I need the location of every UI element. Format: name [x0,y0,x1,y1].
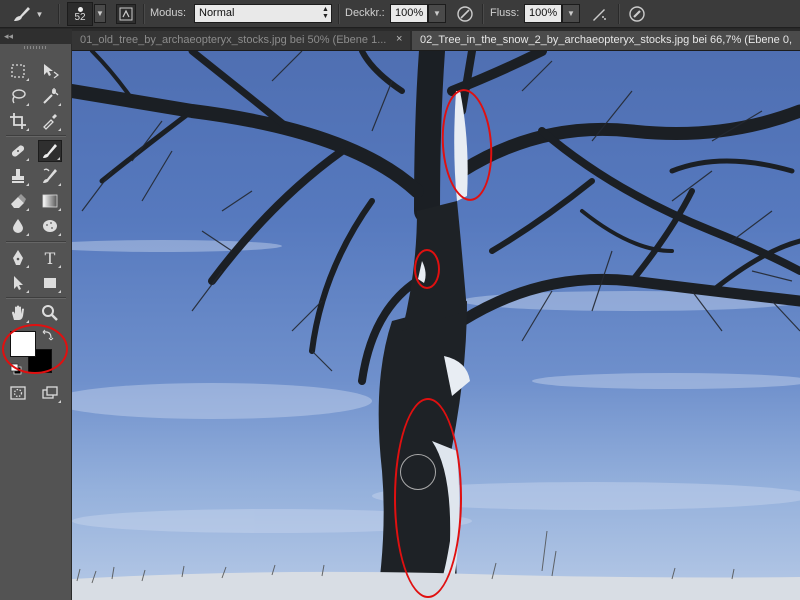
pen-tool[interactable] [6,247,30,269]
flow-label: Fluss: [490,7,520,19]
toolbox-header: ◂◂ [0,29,72,44]
zoom-icon [42,305,58,321]
pressure-size-icon [629,6,645,22]
hand-icon [12,305,24,320]
dodge-tool[interactable] [38,215,62,237]
quick-mask-icon [10,386,26,400]
opacity-dropdown[interactable]: ▼ [428,4,446,23]
screen-mode-button[interactable] [38,382,62,404]
rectangle-icon [44,278,56,288]
pen-icon [13,250,23,265]
eraser-tool[interactable] [6,190,30,212]
screen-mode-icon [42,386,58,399]
document-canvas[interactable] [72,51,800,600]
svg-text:T: T [45,249,56,267]
healing-brush-tool[interactable] [6,140,30,162]
airbrush-toggle[interactable] [588,4,610,24]
tool-preset-picker[interactable]: ▼ [4,3,50,25]
flow-input[interactable]: 100% [524,4,562,23]
stamp-icon [12,169,24,183]
crop-icon [10,113,26,129]
annotation-ellipse-middle [414,249,440,289]
toolbox-separator [6,297,66,299]
pressure-opacity-toggle[interactable] [454,4,476,24]
annotation-ellipse-bottom [394,398,462,598]
history-brush-icon [43,168,57,183]
pressure-size-toggle[interactable] [626,4,648,24]
lasso-icon [12,89,26,104]
separator [618,4,620,24]
eyedropper-tool[interactable] [38,110,62,132]
hand-tool[interactable] [6,302,30,324]
tab-label: 01_old_tree_by_archaeopteryx_stocks.jpg … [80,34,387,46]
arrow-icon [14,276,23,290]
gradient-icon [42,194,58,208]
brush-size-dropdown[interactable]: ▼ [94,4,106,23]
droplet-icon [13,219,23,233]
tab-old-tree[interactable]: 01_old_tree_by_archaeopteryx_stocks.jpg … [72,31,410,50]
sponge-icon [43,220,57,232]
options-bar: ▼ 52 ▼ Modus: Normal ▲ ▼ Deckkr.: 100% ▼ … [0,0,800,28]
toolbox-grip[interactable] [24,46,48,49]
path-selection-tool[interactable] [6,272,30,294]
move-tool[interactable] [38,60,62,82]
type-tool[interactable]: T [38,247,62,269]
zoom-tool[interactable] [38,302,62,324]
brush-tool[interactable] [38,140,62,162]
document-tab-bar: 01_old_tree_by_archaeopteryx_stocks.jpg … [72,29,800,51]
move-icon [44,64,59,79]
brush-panel-icon [119,7,133,21]
tab-label: 02_Tree_in_the_snow_2_by_archaeopteryx_s… [420,34,793,46]
brush-size-value: 52 [74,11,86,23]
tab-close-icon[interactable]: × [396,33,402,45]
gradient-tool[interactable] [38,190,62,212]
pressure-opacity-icon [457,6,473,22]
type-icon: T [45,249,56,267]
marquee-icon [11,64,25,78]
toolbox: ◂◂ T [0,29,72,600]
magic-wand-icon [43,88,59,104]
lasso-tool[interactable] [6,85,30,107]
opacity-label: Deckkr.: [345,7,385,19]
airbrush-icon [593,9,606,21]
marquee-tool[interactable] [6,60,30,82]
select-arrows-icon: ▲ ▼ [322,6,329,20]
annotation-circle [2,324,68,374]
collapse-icon[interactable]: ◂◂ [4,31,13,41]
brush-size-picker[interactable]: 52 [67,2,93,26]
eraser-icon [11,194,26,208]
brush-icon [13,7,30,21]
separator [482,4,484,24]
history-brush-tool[interactable] [38,165,62,187]
flow-dropdown[interactable]: ▼ [562,4,580,23]
quick-mask-button[interactable] [6,382,30,404]
brush-panel-toggle[interactable] [116,4,136,24]
bandage-icon [11,145,25,157]
clone-stamp-tool[interactable] [6,165,30,187]
separator [143,4,145,24]
magic-wand-tool[interactable] [38,85,62,107]
mode-select[interactable]: Normal [194,4,332,23]
crop-tool[interactable] [6,110,30,132]
mode-label: Modus: [150,7,187,19]
opacity-input[interactable]: 100% [390,4,428,23]
eyedropper-icon [43,114,57,130]
tab-tree-in-snow[interactable]: 02_Tree_in_the_snow_2_by_archaeopteryx_s… [412,31,800,50]
chevron-down-icon: ▼ [35,9,44,19]
separator [338,4,340,24]
rectangle-tool[interactable] [38,272,62,294]
separator [58,4,60,24]
blur-tool[interactable] [6,215,30,237]
toolbox-separator [6,241,66,243]
toolbox-separator [6,135,66,137]
